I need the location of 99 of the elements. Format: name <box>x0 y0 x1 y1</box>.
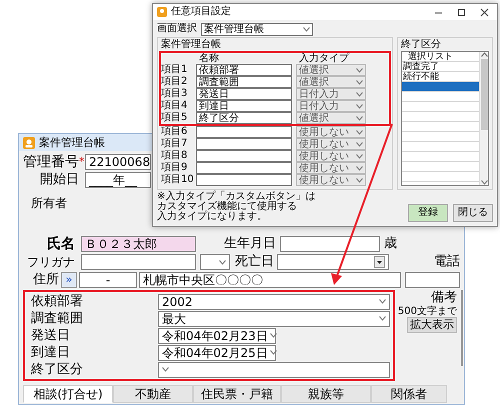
chevron-icon <box>379 299 386 304</box>
item-label: 項目3 <box>161 88 188 100</box>
tab[interactable]: 住民票・戸籍 <box>193 385 281 403</box>
dialog-title: 任意項目設定 <box>171 4 231 19</box>
value-select[interactable] <box>158 362 390 378</box>
group-title: 終了区分 <box>401 39 442 51</box>
item-label: 項目8 <box>161 150 188 162</box>
list-box[interactable]: 選択リスト 調査完了 続行不能 <box>401 51 489 186</box>
tab[interactable]: 相談(打合せ) <box>23 385 113 403</box>
chevron-icon <box>219 260 226 264</box>
type-select[interactable]: 使用しない <box>296 126 366 138</box>
name-field[interactable]: 終了区分 <box>196 112 292 124</box>
tab[interactable]: 不動産 <box>113 385 193 403</box>
scroll-up-icon <box>480 52 488 57</box>
field-label: 画面選択 <box>157 23 197 35</box>
memo-label: 備考 <box>431 290 457 306</box>
field-label: 到達日 <box>30 344 71 360</box>
name-field[interactable] <box>196 162 292 174</box>
group-title: 案件管理台帳 <box>161 39 222 51</box>
field-label: 調査範囲 <box>30 310 84 326</box>
type-select[interactable]: 値選択 <box>296 76 366 88</box>
item-label: 項目10 <box>161 174 192 186</box>
item-label: 項目4 <box>161 100 188 112</box>
column-header: 名称 <box>199 53 220 64</box>
type-select[interactable]: 日付入力 <box>296 88 366 100</box>
chevron-icon <box>379 316 386 321</box>
date-select[interactable] <box>277 254 389 270</box>
field-label: 依頼部署 <box>30 294 84 310</box>
scroll-thumb[interactable] <box>480 59 488 130</box>
chevron-icon <box>270 350 277 355</box>
type-select[interactable]: 使用しない <box>296 138 366 150</box>
field-label: 管理番号 <box>23 154 79 170</box>
name-field[interactable]: Ｂ０２３太郎 <box>81 236 196 252</box>
date-select[interactable]: 令和04年02月25日 <box>158 344 276 360</box>
field-label: 終了区分 <box>30 362 84 378</box>
gender-select[interactable] <box>200 254 230 270</box>
text-field[interactable] <box>405 272 460 288</box>
item-label: 項目5 <box>161 112 188 124</box>
field-label: 生年月日 <box>223 236 276 252</box>
number-select[interactable]: 22100068 <box>85 154 151 170</box>
type-select[interactable]: 日付入力 <box>296 100 366 112</box>
field-label: 氏名 <box>46 236 75 252</box>
field-label: 住所 <box>32 272 59 288</box>
expand-button[interactable]: 拡大表示 <box>407 317 457 333</box>
field-label: 歳 <box>384 236 397 252</box>
name-field[interactable] <box>196 150 292 162</box>
item-label: 項目6 <box>161 126 188 138</box>
field-label: 発送日 <box>30 328 71 344</box>
scrollbar[interactable] <box>479 52 488 185</box>
value-select[interactable]: 2002 <box>158 294 390 310</box>
chevron-icon <box>162 367 169 372</box>
field-label: 開始日 <box>39 172 79 188</box>
screen-select[interactable]: 案件管理台帳 <box>201 22 313 36</box>
dropdown-icon <box>374 256 385 268</box>
field-label: 死亡日 <box>234 254 274 270</box>
date-field[interactable]: ____年__ <box>85 172 151 188</box>
list-row[interactable] <box>402 82 479 92</box>
tab[interactable]: 関係者 <box>371 385 447 403</box>
close-icon <box>480 8 489 16</box>
value-select[interactable]: 最大 <box>158 310 390 326</box>
app-icon <box>23 136 35 148</box>
field-label: 電話 <box>434 254 460 270</box>
address-field[interactable]: 札幌市中央区〇〇〇〇 <box>139 272 401 288</box>
item-label: 項目7 <box>161 138 188 150</box>
name-field[interactable] <box>196 126 292 138</box>
item-label: 項目9 <box>161 162 188 174</box>
type-select[interactable]: 値選択 <box>296 64 366 76</box>
date-field[interactable] <box>280 236 380 252</box>
name-field[interactable] <box>196 138 292 150</box>
register-button[interactable]: 登録 <box>408 204 448 222</box>
name-field[interactable] <box>196 174 292 186</box>
maximize-icon <box>457 8 466 16</box>
memo-hint: 500文字まで <box>398 306 457 317</box>
kana-field[interactable] <box>81 254 196 270</box>
required-mark: * <box>79 154 85 170</box>
type-select[interactable]: 値選択 <box>296 112 366 124</box>
field-label: フリガナ <box>26 254 75 270</box>
window-title: 案件管理台帳 <box>39 135 105 151</box>
name-field[interactable]: 調査範囲 <box>196 76 292 88</box>
name-field[interactable]: 発送日 <box>196 88 292 100</box>
type-select[interactable]: 使用しない <box>296 150 366 162</box>
name-field[interactable]: 依頼部署 <box>196 64 292 76</box>
chevron-icon <box>480 180 488 185</box>
chevron-icon <box>303 26 310 32</box>
type-select[interactable]: 使用しない <box>296 162 366 174</box>
tab[interactable]: 親族等 <box>281 385 371 403</box>
item-label: 項目1 <box>161 64 188 76</box>
chevron-icon <box>270 333 277 338</box>
column-header: 入力タイプ <box>299 53 349 64</box>
date-select[interactable]: 令和04年02月23日 <box>158 328 276 344</box>
postal-field[interactable]: - <box>79 272 137 288</box>
app-icon <box>157 7 167 17</box>
name-field[interactable]: 到達日 <box>196 100 292 112</box>
item-label: 項目2 <box>161 76 188 88</box>
note-text: ※入力タイプ「カスタムボタン」は カスタマイズ機能にて使用する 入力タイプになります。 <box>157 192 316 222</box>
expand-button[interactable]: » <box>61 272 77 288</box>
group-title: 所有者 <box>31 195 67 211</box>
close-button[interactable]: 閉じる <box>453 204 493 222</box>
type-select[interactable]: 使用しない <box>296 174 366 186</box>
